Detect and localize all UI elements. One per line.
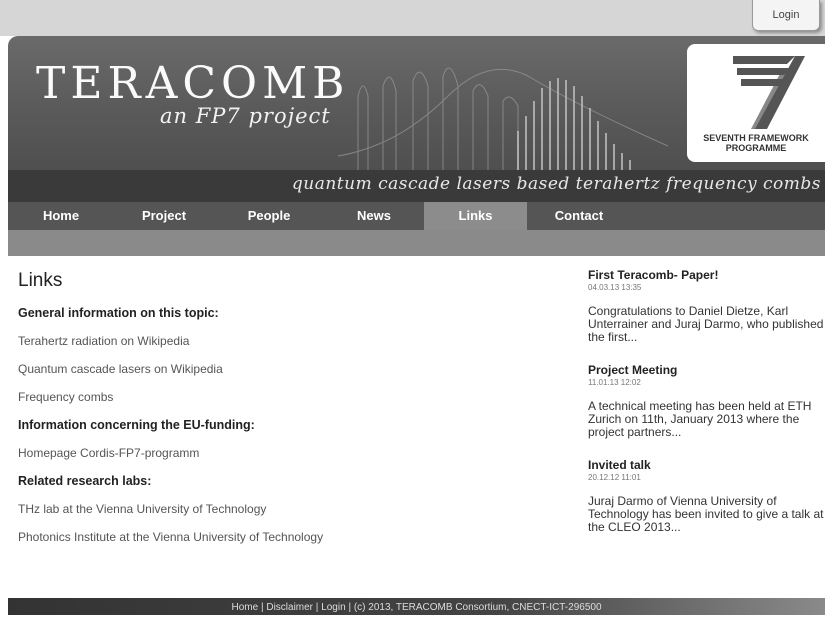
news-item: Invited talk 20.12.12 11:01 Juraj Darmo … — [588, 458, 825, 534]
tagline-bar: quantum cascade lasers based terahertz f… — [8, 170, 825, 202]
news-date: 04.03.13 13:35 — [588, 283, 642, 292]
fp7-logo: SEVENTH FRAMEWORK PROGRAMME — [687, 44, 825, 162]
news-excerpt: Congratulations to Daniel Dietze, Karl U… — [588, 304, 824, 344]
sub-bar — [8, 230, 825, 256]
link-terahertz-wikipedia[interactable]: Terahertz radiation on Wikipedia — [18, 334, 558, 348]
news-title[interactable]: Project Meeting — [588, 363, 825, 377]
link-qcl-wikipedia[interactable]: Quantum cascade lasers on Wikipedia — [18, 362, 558, 376]
top-bar: Login — [0, 0, 825, 36]
link-frequency-combs[interactable]: Frequency combs — [18, 390, 558, 404]
login-button[interactable]: Login — [752, 0, 820, 31]
news-item: First Teracomb- Paper! 04.03.13 13:35 Co… — [588, 268, 825, 344]
news-title[interactable]: First Teracomb- Paper! — [588, 268, 825, 282]
link-thz-lab[interactable]: THz lab at the Vienna University of Tech… — [18, 502, 558, 516]
footer-link-home[interactable]: Home — [231, 602, 258, 613]
main-nav: Home Project People News Links Contact — [8, 202, 825, 230]
nav-links[interactable]: Links — [424, 202, 527, 230]
nav-people[interactable]: People — [214, 202, 324, 230]
news-title[interactable]: Invited talk — [588, 458, 825, 472]
link-cordis-fp7[interactable]: Homepage Cordis-FP7-programm — [18, 446, 558, 460]
fp7-caption-line2: PROGRAMME — [725, 143, 787, 153]
footer: Home | Disclaimer | Login | (c) 2013, TE… — [8, 598, 825, 615]
nav-contact[interactable]: Contact — [527, 202, 631, 230]
logo-title: TERACOMB — [36, 58, 350, 109]
nav-home[interactable]: Home — [8, 202, 114, 230]
news-sidebar: First Teracomb- Paper! 04.03.13 13:35 Co… — [588, 268, 825, 553]
footer-separator: | — [260, 602, 264, 613]
link-photonics-institute[interactable]: Photonics Institute at the Vienna Univer… — [18, 530, 558, 544]
fp7-seven-icon — [733, 56, 805, 129]
section-heading-general: General information on this topic: — [18, 306, 219, 320]
page-title: Links — [18, 270, 63, 291]
footer-link-login[interactable]: Login — [321, 602, 345, 613]
section-heading-eu-funding: Information concerning the EU-funding: — [18, 418, 255, 432]
tagline: quantum cascade lasers based terahertz f… — [291, 174, 821, 194]
nav-project[interactable]: Project — [114, 202, 214, 230]
news-item: Project Meeting 11.01.13 12:02 A technic… — [588, 363, 825, 439]
footer-link-disclaimer[interactable]: Disclaimer — [266, 602, 313, 613]
logo-subtitle: an FP7 project — [160, 104, 331, 128]
fp7-caption-line1: SEVENTH FRAMEWORK — [703, 133, 809, 143]
footer-separator: | — [315, 602, 319, 613]
nav-news[interactable]: News — [324, 202, 424, 230]
footer-copyright: (c) 2013, TERACOMB Consortium, CNECT-ICT… — [353, 602, 602, 613]
main-content: Links General information on this topic:… — [18, 270, 558, 558]
news-date: 20.12.12 11:01 — [588, 473, 641, 482]
news-excerpt: Juraj Darmo of Vienna University of Tech… — [588, 494, 824, 534]
footer-separator: | — [348, 602, 352, 613]
news-excerpt: A technical meeting has been held at ETH… — [588, 399, 812, 439]
section-heading-research-labs: Related research labs: — [18, 474, 152, 488]
news-date: 11.01.13 12:02 — [588, 378, 641, 387]
header-banner: TERACOMB an FP7 project SEVENTH FRAMEWOR… — [8, 36, 825, 170]
banner-wave-art — [338, 67, 668, 170]
